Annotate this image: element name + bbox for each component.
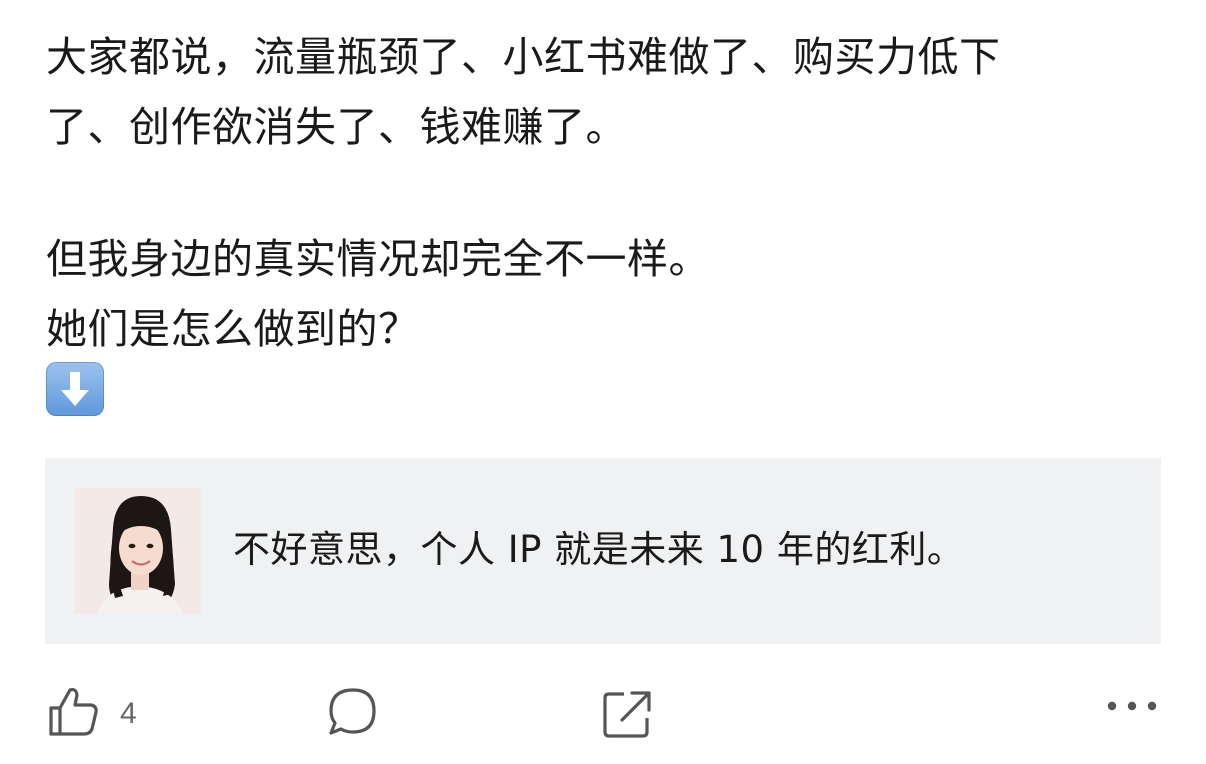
like-count: 4 — [120, 697, 137, 730]
avatar — [75, 488, 201, 614]
post-text-line: 了、创作欲消失了、钱难赚了。 — [46, 103, 627, 151]
comment-button[interactable] — [325, 684, 381, 744]
post-text-line: 但我身边的真实情况却完全不一样。 — [46, 235, 710, 283]
share-button[interactable] — [600, 684, 656, 744]
post-text-line: 大家都说，流量瓶颈了、小红书难做了、购买力低下 — [46, 33, 1001, 81]
action-bar: 4 — [0, 676, 1206, 748]
like-button[interactable]: 4 — [46, 684, 137, 744]
post-body: 大家都说，流量瓶颈了、小红书难做了、购买力低下 了、创作欲消失了、钱难赚了。 但… — [46, 22, 1166, 364]
thumbs-up-icon — [46, 684, 102, 744]
post-text-line: 她们是怎么做到的？ — [46, 305, 420, 353]
quote-text: 不好意思，个人 IP 就是未来 10 年的红利。 — [233, 528, 965, 571]
share-icon — [600, 684, 656, 744]
down-arrow-emoji-icon — [46, 362, 104, 416]
quote-card[interactable]: 不好意思，个人 IP 就是未来 10 年的红利。 — [45, 458, 1161, 644]
more-dots-icon — [1104, 698, 1160, 718]
comment-bubble-icon — [325, 684, 381, 744]
more-button[interactable] — [1104, 698, 1160, 718]
